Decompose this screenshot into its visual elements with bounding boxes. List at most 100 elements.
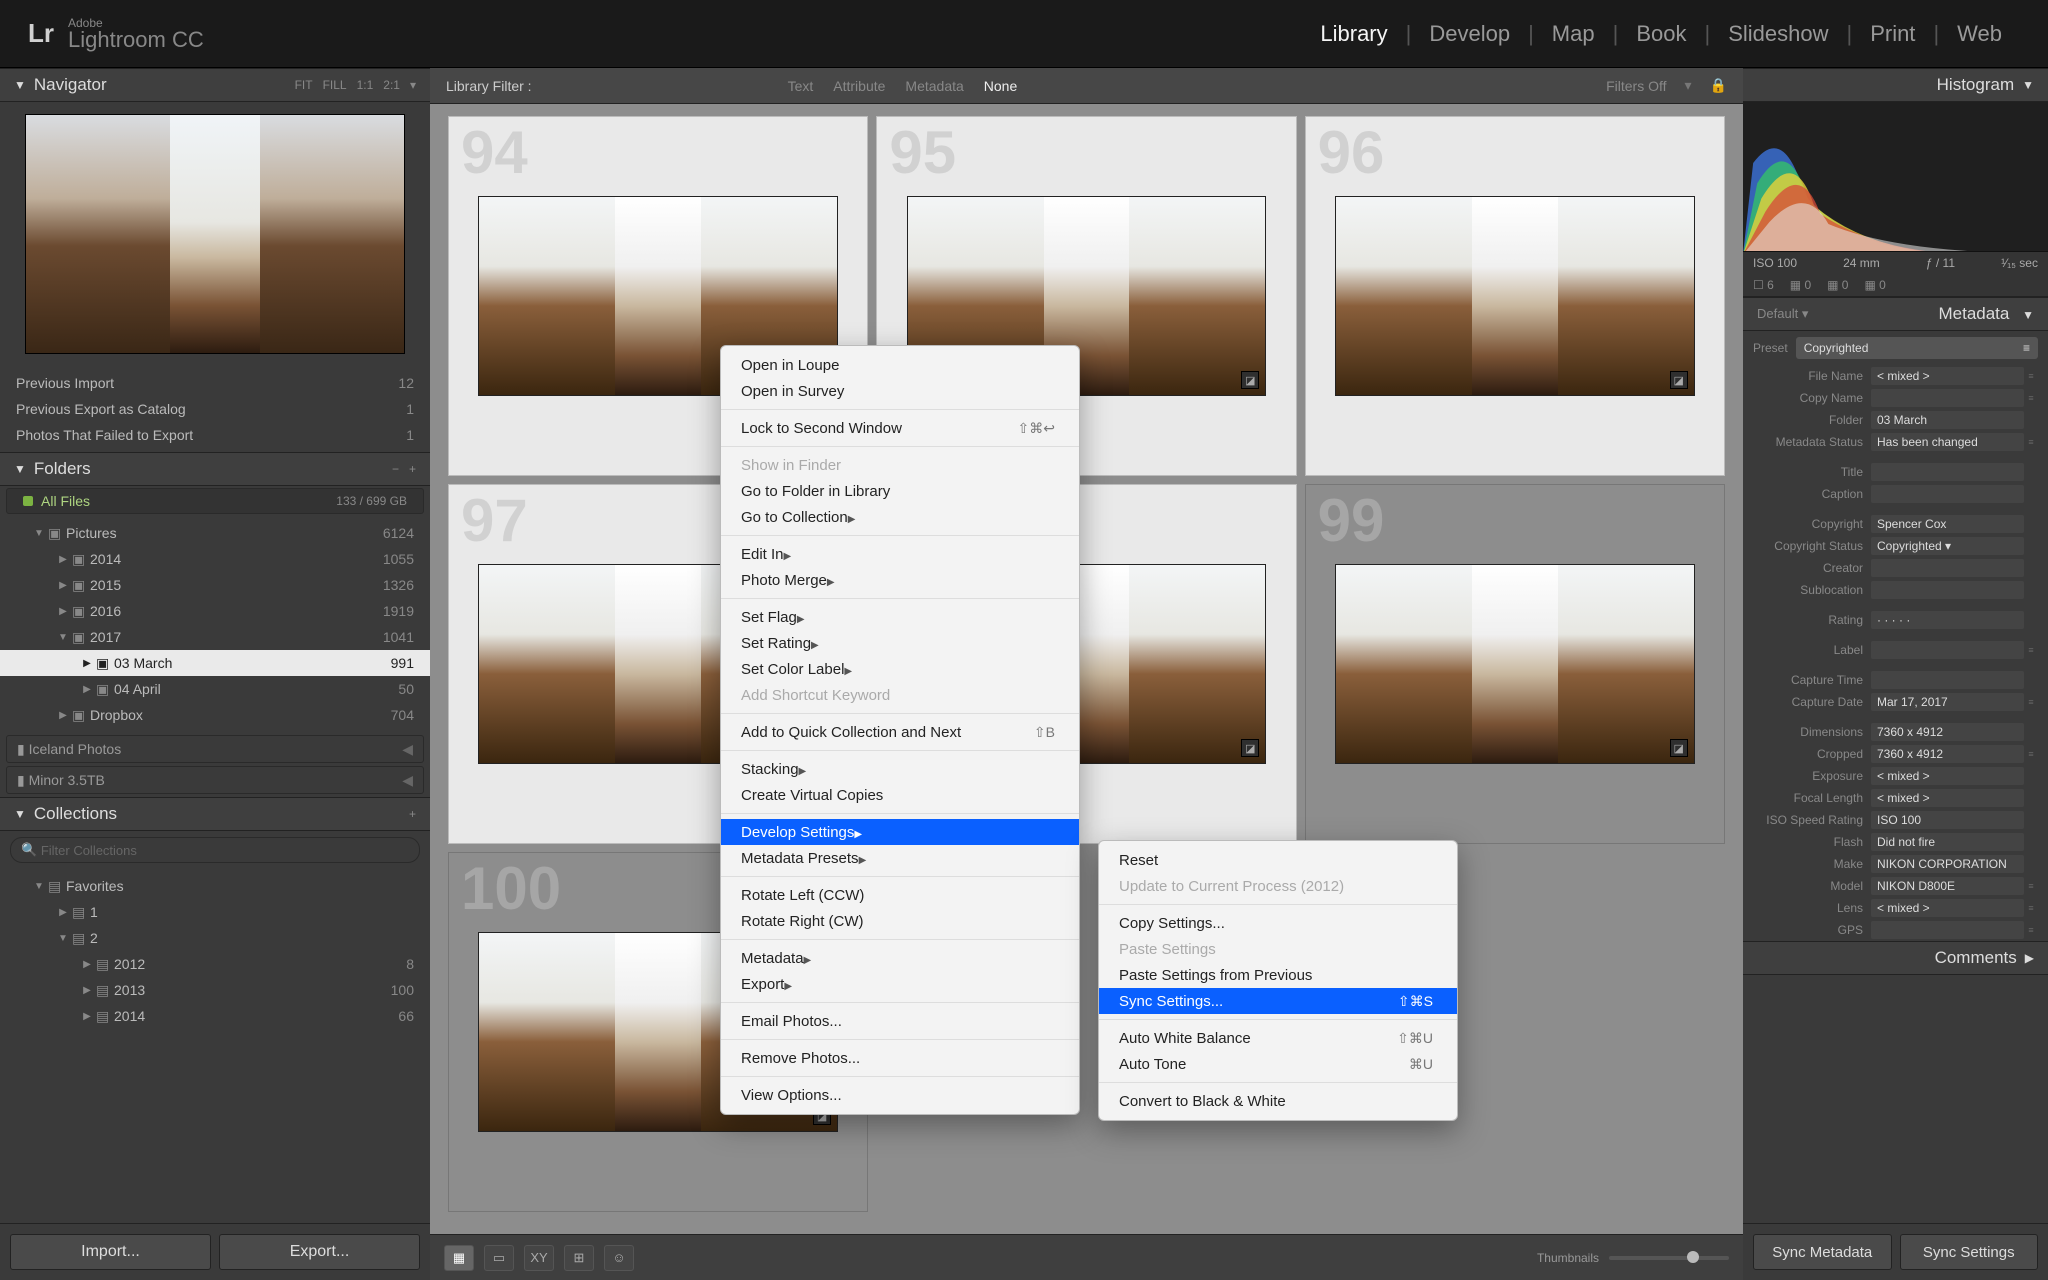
menu-item[interactable]: Open in Survey [721,378,1079,404]
metadata-field[interactable]: ModelNIKON D800E≡ [1743,875,2048,897]
metadata-field[interactable]: Sublocation [1743,579,2048,601]
menu-item[interactable]: Remove Photos... [721,1045,1079,1071]
metadata-field[interactable]: Exposure< mixed > [1743,765,2048,787]
disclosure-icon[interactable]: ▼ [30,881,48,892]
loupe-view-button[interactable]: ▭ [484,1245,514,1271]
menu-item[interactable]: Sync Settings...⇧⌘S [1099,988,1457,1014]
tree-row[interactable]: ▼▤2 [0,925,430,951]
menu-item[interactable]: Reset [1099,847,1457,873]
menu-item[interactable]: Go to Collection [721,504,1079,530]
metadata-field[interactable]: Label≡ [1743,639,2048,661]
people-view-button[interactable]: ☺ [604,1245,634,1271]
menu-item[interactable]: Set Flag [721,604,1079,630]
metadata-field[interactable]: Caption [1743,483,2048,505]
metadata-field[interactable]: Dimensions7360 x 4912 [1743,721,2048,743]
menu-item[interactable]: Photo Merge [721,567,1079,593]
module-library[interactable]: Library [1302,21,1405,47]
metadata-value[interactable]: 7360 x 4912 [1871,745,2024,763]
filter-text[interactable]: Text [788,78,814,94]
tree-row[interactable]: ▼▤Favorites [0,873,430,899]
metadata-value[interactable]: < mixed > [1871,899,2024,917]
plus-icon[interactable]: + [409,807,416,821]
menu-item[interactable]: Metadata Presets [721,845,1079,871]
menu-icon[interactable]: ≡ [2024,881,2038,891]
disclosure-icon[interactable]: ▶ [54,907,72,918]
tree-row[interactable]: ▶▣20161919 [0,598,430,624]
metadata-value[interactable]: 7360 x 4912 [1871,723,2024,741]
metadata-field[interactable]: Focal Length< mixed > [1743,787,2048,809]
metadata-value[interactable]: Has been changed [1871,433,2024,451]
tree-row[interactable]: ▶▣Dropbox704 [0,702,430,728]
tree-row[interactable]: ▶▤201466 [0,1003,430,1029]
metadata-value[interactable] [1871,389,2024,407]
metadata-value[interactable]: NIKON CORPORATION [1871,855,2024,873]
menu-item[interactable]: Rotate Left (CCW) [721,882,1079,908]
metadata-field[interactable]: Metadata StatusHas been changed≡ [1743,431,2048,453]
histogram-display[interactable] [1743,102,2048,252]
filter-metadata[interactable]: Metadata [905,78,963,94]
thumbnail-grid[interactable]: 94◪95◪96◪97◪98◪99◪100◪ [430,104,1743,1234]
module-print[interactable]: Print [1852,21,1933,47]
module-develop[interactable]: Develop [1411,21,1528,47]
metadata-field[interactable]: MakeNIKON CORPORATION [1743,853,2048,875]
module-slideshow[interactable]: Slideshow [1710,21,1846,47]
context-submenu-develop-settings[interactable]: ResetUpdate to Current Process (2012)Cop… [1098,840,1458,1121]
sync-settings-button[interactable]: Sync Settings [1900,1234,2039,1270]
menu-item[interactable]: Stacking [721,756,1079,782]
histogram-header[interactable]: Histogram ▼ [1743,68,2048,102]
folders-header[interactable]: ▼ Folders −+ [0,452,430,486]
menu-item[interactable]: Auto Tone⌘U [1099,1051,1457,1077]
metadata-value[interactable]: 03 March [1871,411,2024,429]
tree-row[interactable]: ▶▣20141055 [0,546,430,572]
menu-item[interactable]: Export [721,971,1079,997]
disclosure-icon[interactable]: ▶ [54,554,72,565]
import-button[interactable]: Import... [10,1234,211,1270]
catalog-row[interactable]: Photos That Failed to Export1 [0,422,430,448]
filter-attribute[interactable]: Attribute [833,78,885,94]
metadata-default-dropdown[interactable]: Default ▾ [1757,306,1808,322]
menu-item[interactable]: Add to Quick Collection and Next⇧B [721,719,1079,745]
develop-badge-icon[interactable]: ◪ [1670,371,1688,389]
tree-row[interactable]: ▼▣20171041 [0,624,430,650]
lock-icon[interactable]: 🔒 [1710,77,1727,94]
metadata-value[interactable] [1871,485,2024,503]
thumbnail-image[interactable]: ◪ [1335,564,1695,764]
chevron-down-icon[interactable]: ▾ [410,78,416,92]
nav-mode-fit[interactable]: FIT [295,78,313,92]
tree-row[interactable]: ▶▤2013100 [0,977,430,1003]
menu-item[interactable]: Set Rating [721,630,1079,656]
menu-item[interactable]: View Options... [721,1082,1079,1108]
menu-icon[interactable]: ≡ [2024,697,2038,707]
comments-header[interactable]: Comments ▶ [1743,941,2048,975]
menu-item[interactable]: Metadata [721,945,1079,971]
volume-row[interactable]: All Files 133 / 699 GB [6,488,424,514]
chevron-down-icon[interactable]: ▾ [1685,77,1692,94]
grid-cell[interactable]: 99◪ [1305,484,1725,844]
module-web[interactable]: Web [1939,21,2020,47]
nav-mode-2:1[interactable]: 2:1 [383,78,400,92]
disclosure-icon[interactable]: ▶ [78,985,96,996]
menu-item[interactable]: Paste Settings from Previous [1099,962,1457,988]
disclosure-icon[interactable]: ▶ [54,580,72,591]
metadata-field[interactable]: CopyrightSpencer Cox [1743,513,2048,535]
menu-icon[interactable]: ≡ [2024,393,2038,403]
tree-row[interactable]: ▶▤20128 [0,951,430,977]
export-button[interactable]: Export... [219,1234,420,1270]
plus-icon[interactable]: + [409,462,416,476]
metadata-field[interactable]: Folder03 March [1743,409,2048,431]
metadata-field[interactable]: File Name< mixed >≡ [1743,365,2048,387]
metadata-field[interactable]: Lens< mixed >≡ [1743,897,2048,919]
metadata-field[interactable]: Capture Time [1743,669,2048,691]
disclosure-icon[interactable]: ▶ [78,684,96,695]
navigator-preview[interactable] [25,114,405,354]
nav-mode-1:1[interactable]: 1:1 [357,78,374,92]
context-menu[interactable]: Open in LoupeOpen in SurveyLock to Secon… [720,345,1080,1115]
tree-row[interactable]: ▶▣04 April50 [0,676,430,702]
metadata-field[interactable]: Rating· · · · · [1743,609,2048,631]
search-collections-input[interactable]: 🔍 Filter Collections [10,837,420,863]
metadata-field[interactable]: Creator [1743,557,2048,579]
thumbnail-image[interactable]: ◪ [1335,196,1695,396]
menu-icon[interactable]: ≡ [2024,645,2038,655]
menu-item[interactable]: Convert to Black & White [1099,1088,1457,1114]
preset-dropdown[interactable]: Copyrighted≡ [1796,337,2038,359]
